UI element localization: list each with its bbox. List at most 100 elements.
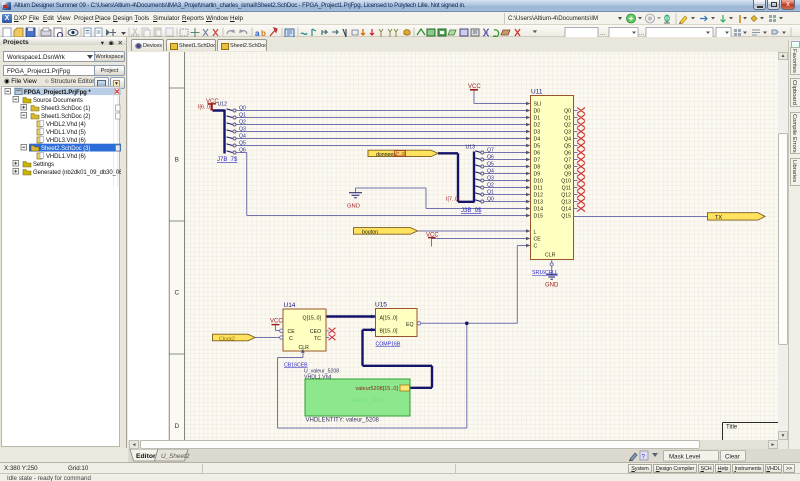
svg-text:SR16CELL: SR16CELL (532, 270, 558, 276)
svg-text:J7B_7$: J7B_7$ (217, 157, 238, 163)
svg-text:Q0: Q0 (487, 197, 494, 203)
svg-text:Q4: Q4 (487, 169, 494, 175)
svg-text:bouton: bouton (362, 230, 378, 236)
svg-text:D15: D15 (534, 214, 544, 220)
svg-text:Editor: Editor (136, 453, 156, 460)
svg-text:Q3: Q3 (487, 176, 494, 182)
svg-text:Sheet1.SchDoc (2): Sheet1.SchDoc (2) (41, 114, 90, 120)
svg-text:TX: TX (715, 215, 722, 221)
svg-text:CLR: CLR (545, 253, 556, 259)
svg-text:Q7: Q7 (564, 158, 571, 164)
svg-text:VCC: VCC (270, 319, 283, 325)
svg-text:Q11: Q11 (562, 186, 572, 192)
svg-text:U14: U14 (284, 302, 296, 309)
svg-text:Generated (nb2dk01_09_db30_06): Generated (nb2dk01_09_db30_06) (33, 170, 121, 176)
svg-text:U_Sheet2: U_Sheet2 (161, 453, 190, 460)
svg-text:Q7: Q7 (487, 148, 494, 154)
svg-text:TC: TC (314, 336, 321, 342)
svg-text:SLI: SLI (534, 102, 542, 108)
svg-text:Q1: Q1 (564, 116, 571, 122)
svg-text:Q6: Q6 (239, 148, 246, 154)
svg-text:Q2: Q2 (487, 183, 494, 189)
svg-text:D2: D2 (534, 123, 541, 129)
svg-text:U11: U11 (531, 89, 543, 96)
svg-text:A[15..0]: A[15..0] (380, 316, 398, 322)
svg-text:D14: D14 (534, 207, 544, 213)
svg-text:Clear: Clear (725, 454, 740, 461)
svg-text:Q14: Q14 (561, 207, 571, 213)
svg-text:[7..0]: [7..0] (396, 151, 405, 157)
svg-text:CE: CE (288, 329, 296, 335)
svg-text:valeur5208[15..0]: valeur5208[15..0] (355, 386, 398, 392)
svg-text:VHDLENTITY: valeur_5208: VHDLENTITY: valeur_5208 (306, 418, 380, 424)
svg-text:GND: GND (347, 204, 360, 210)
svg-text:Q4: Q4 (239, 134, 246, 140)
svg-text:C: C (174, 290, 179, 297)
svg-text:Q5: Q5 (564, 144, 571, 150)
svg-text:D10: D10 (534, 179, 544, 185)
svg-text:VHDL2.Vhd (4): VHDL2.Vhd (4) (46, 122, 86, 128)
svg-text:B[15..0]: B[15..0] (380, 329, 398, 335)
svg-text:COMP16B: COMP16B (376, 342, 401, 348)
svg-text:Q9: Q9 (564, 172, 571, 178)
svg-text:D4: D4 (534, 137, 541, 143)
svg-text:D1: D1 (534, 116, 541, 122)
svg-text:Q0: Q0 (239, 106, 246, 112)
svg-text:U15: U15 (375, 302, 387, 309)
svg-text:Q15: Q15 (561, 214, 571, 220)
svg-text:FPGA_Project1.PrjFpg *: FPGA_Project1.PrjFpg * (24, 90, 91, 96)
svg-text:D11: D11 (534, 186, 543, 192)
svg-text:Title: Title (726, 425, 738, 431)
svg-text:Q6: Q6 (564, 151, 571, 157)
svg-text:Q5: Q5 (487, 162, 494, 168)
svg-text:Q0: Q0 (564, 109, 571, 115)
svg-text:Q1: Q1 (239, 113, 246, 119)
svg-text:CEO: CEO (310, 329, 321, 335)
svg-text:GND: GND (545, 283, 559, 289)
svg-text:Q2: Q2 (564, 123, 571, 129)
svg-text:D7: D7 (534, 158, 541, 164)
svg-text:D0: D0 (534, 109, 541, 115)
svg-text:C: C (289, 336, 293, 342)
svg-text:Q6: Q6 (487, 155, 494, 161)
svg-text:U13: U13 (466, 145, 476, 151)
svg-text:D5: D5 (534, 144, 541, 150)
svg-text:D13: D13 (534, 200, 544, 206)
svg-text:Q3: Q3 (564, 130, 571, 136)
svg-text:Q1: Q1 (487, 190, 494, 196)
svg-text:valeur_5208: valeur_5208 (350, 397, 386, 404)
svg-text:D8: D8 (534, 165, 541, 171)
svg-text:J3B_9$: J3B_9$ (461, 208, 482, 214)
svg-text:Mask Level: Mask Level (669, 454, 700, 461)
svg-text:C: C (534, 244, 538, 250)
svg-text:Sheet3.SchDoc (1): Sheet3.SchDoc (1) (41, 106, 90, 112)
svg-text:VHDL3.Vhd (6): VHDL3.Vhd (6) (46, 138, 86, 144)
svg-text:D6: D6 (534, 151, 541, 157)
svg-text:B: B (175, 157, 179, 164)
svg-text:I[6..0]: I[6..0] (198, 105, 212, 111)
svg-text:D3: D3 (534, 130, 541, 136)
svg-text:EQ: EQ (406, 322, 414, 328)
svg-text:Q4: Q4 (564, 137, 571, 143)
svg-text:CLR: CLR (299, 345, 310, 351)
svg-text:Q3: Q3 (239, 127, 246, 133)
svg-text:donnees: donnees (376, 152, 396, 158)
svg-text:I[7..0]: I[7..0] (446, 197, 460, 203)
svg-text:Q12: Q12 (561, 193, 571, 199)
svg-text:Q[15..0]: Q[15..0] (303, 316, 322, 322)
svg-text:D9: D9 (534, 172, 541, 178)
svg-text:VHDL1.Vhd (6): VHDL1.Vhd (6) (46, 154, 86, 160)
svg-text:CE: CE (534, 237, 542, 243)
svg-text:D12: D12 (534, 193, 544, 199)
svg-text:Clock2: Clock2 (219, 336, 235, 342)
svg-text:Q10: Q10 (561, 179, 571, 185)
svg-text:Settings: Settings (33, 162, 54, 168)
svg-text:VHDL1.Vhd (5): VHDL1.Vhd (5) (46, 130, 86, 136)
svg-text:U12: U12 (218, 102, 228, 108)
svg-text:L: L (534, 230, 537, 236)
svg-text:D: D (174, 423, 179, 430)
svg-text:Sheet2.SchDoc (3): Sheet2.SchDoc (3) (41, 146, 90, 152)
svg-text:Source Documents: Source Documents (33, 98, 83, 104)
svg-text:Q8: Q8 (564, 165, 571, 171)
svg-text:Q5: Q5 (239, 141, 246, 147)
